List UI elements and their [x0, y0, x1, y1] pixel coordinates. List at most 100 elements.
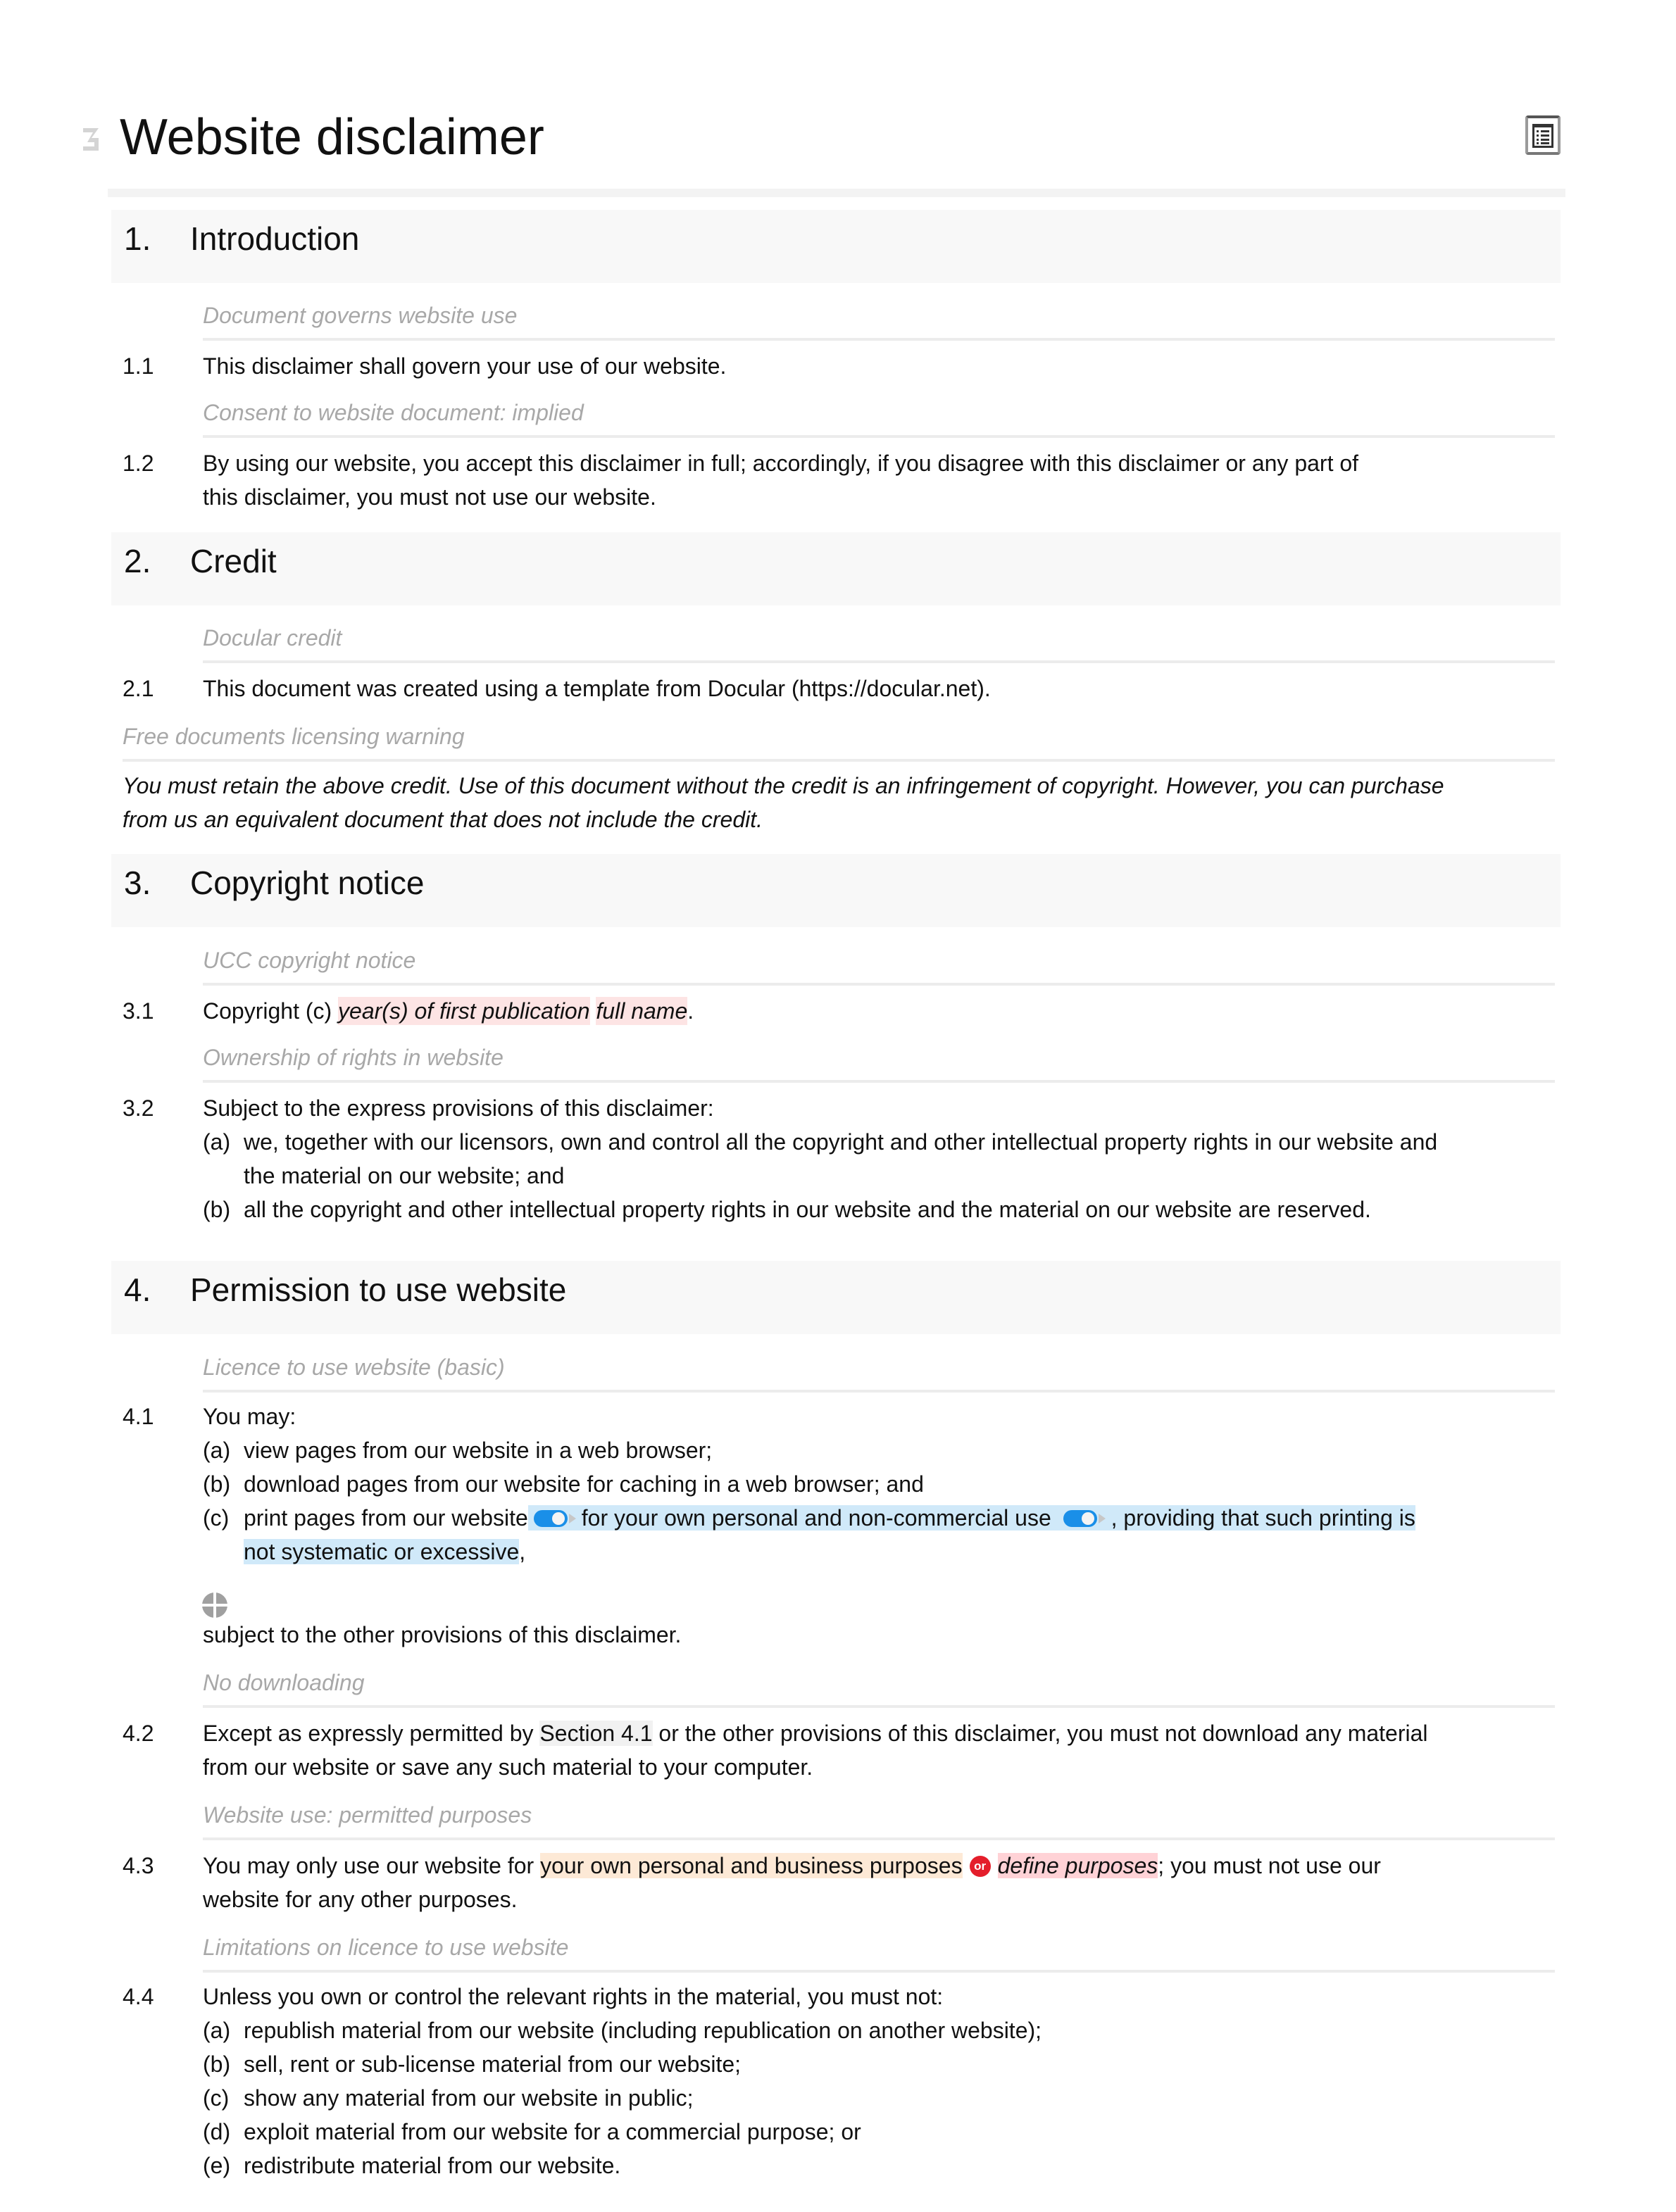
section-heading-copyright-notice[interactable]: 3. Copyright notice — [111, 854, 1561, 927]
section-heading-permission[interactable]: 4. Permission to use website — [111, 1261, 1561, 1334]
toggle-arrow-icon — [1098, 1513, 1106, 1523]
note-divider — [203, 1970, 1555, 1973]
sub-item-label: (d) — [203, 2119, 231, 2144]
section-number: 1. — [124, 220, 151, 257]
docular-logo-icon — [83, 128, 99, 151]
sub-item-text: all the copyright and other intellectual… — [244, 1197, 1371, 1222]
optional-text: for your own personal and non-commercial… — [581, 1505, 1051, 1531]
clause-text: Subject to the express provisions of thi… — [203, 1095, 714, 1121]
warning-line: from us an equivalent document that does… — [123, 807, 763, 832]
warning-line: You must retain the above credit. Use of… — [123, 773, 1444, 798]
text-fragment: , — [519, 1539, 526, 1564]
section-number: 2. — [124, 543, 151, 579]
clause-text: Copyright (c) year(s) of first publicati… — [203, 994, 1555, 1028]
clause-number: 3.1 — [123, 998, 154, 1024]
clause-text: You may only use our website for your ow… — [203, 1849, 1555, 1916]
placeholder-full-name[interactable]: full name — [596, 997, 688, 1025]
clause-line: this disclaimer, you must not use our we… — [203, 484, 656, 510]
title-row: Website disclaimer — [77, 106, 1563, 176]
sub-item-line: the material on our website; and — [244, 1163, 565, 1188]
clause-note[interactable]: Ownership of rights in website — [203, 1043, 504, 1072]
sub-item-label: (b) — [203, 2051, 231, 2077]
section-cross-reference[interactable]: Section 4.1 — [539, 1721, 653, 1746]
section-heading-credit[interactable]: 2. Credit — [111, 532, 1561, 605]
optional-toggle[interactable] — [533, 1509, 577, 1527]
sub-item-label: (b) — [203, 1471, 231, 1497]
section-number: 3. — [124, 865, 151, 901]
sub-item-line: print pages from our website for your own… — [244, 1501, 1553, 1535]
clause-note[interactable]: Licence to use website (basic) — [203, 1353, 505, 1381]
sub-item-text: exploit material from our website for a … — [244, 2119, 861, 2144]
sub-item-line: we, together with our licensors, own and… — [244, 1129, 1438, 1155]
optional-text: , providing that such printing is — [1111, 1505, 1415, 1531]
sub-item-text: view pages from our website in a web bro… — [244, 1438, 713, 1463]
clause-note[interactable]: Document governs website use — [203, 301, 517, 329]
clause-line: Except as expressly permitted by Section… — [203, 1716, 1555, 1750]
clause-line: from our website or save any such materi… — [203, 1754, 813, 1780]
sub-item-label: (a) — [203, 2018, 231, 2043]
clause-note[interactable]: Limitations on licence to use website — [203, 1933, 568, 1961]
sub-item-text: print pages from our website for your own… — [244, 1501, 1553, 1569]
add-element-icon[interactable] — [201, 1592, 228, 1619]
warning-note[interactable]: Free documents licensing warning — [123, 722, 465, 750]
sub-item-text: republish material from our website (inc… — [244, 2018, 1042, 2043]
sub-item-label: (c) — [203, 1505, 230, 1531]
clause-note[interactable]: Website use: permitted purposes — [203, 1801, 532, 1829]
text-fragment: ; you must not use our — [1158, 1853, 1381, 1878]
text-fragment: Except as expressly permitted by — [203, 1721, 540, 1746]
sub-item-text: show any material from our website in pu… — [244, 2085, 694, 2111]
clause-number: 2.1 — [123, 676, 154, 701]
clause-text: Except as expressly permitted by Section… — [203, 1716, 1555, 1784]
text-fragment: You may only use our website for — [203, 1853, 541, 1878]
sub-item-label: (a) — [203, 1438, 231, 1463]
table-of-contents-button[interactable] — [1525, 115, 1561, 155]
placeholder-year[interactable]: year(s) of first publication — [338, 997, 590, 1025]
clause-number: 1.1 — [123, 353, 154, 379]
text-fragment: print pages from our website — [244, 1505, 528, 1531]
section-title: Credit — [190, 543, 277, 579]
note-divider — [203, 1705, 1555, 1708]
or-toggle-button[interactable]: or — [969, 1855, 991, 1877]
clause-text: Unless you own or control the relevant r… — [203, 1984, 944, 2009]
toggle-knob — [551, 1512, 565, 1525]
clause-text: By using our website, you accept this di… — [203, 446, 1555, 514]
text-fragment: . — [687, 998, 694, 1024]
note-divider — [123, 759, 1555, 762]
note-divider — [203, 435, 1555, 438]
clause-number: 1.2 — [123, 451, 154, 476]
clause-text: This document was created using a templa… — [203, 676, 991, 701]
alternative-option-2[interactable]: define purposes — [997, 1853, 1158, 1878]
title-divider — [108, 189, 1565, 197]
table-of-contents-icon — [1532, 124, 1553, 148]
note-divider — [203, 1837, 1555, 1840]
sub-item-text: download pages from our website for cach… — [244, 1471, 924, 1497]
note-divider — [203, 660, 1555, 663]
note-divider — [203, 338, 1555, 341]
clause-note[interactable]: Consent to website document: implied — [203, 398, 584, 427]
section-title: Introduction — [190, 220, 360, 257]
clause-number: 4.4 — [123, 1984, 154, 2009]
clause-note[interactable]: No downloading — [203, 1669, 365, 1697]
clause-note[interactable]: Docular credit — [203, 624, 342, 652]
note-divider — [203, 1390, 1555, 1393]
section-title: Permission to use website — [190, 1271, 567, 1308]
section-heading-introduction[interactable]: 1. Introduction — [111, 210, 1561, 283]
licensing-warning-text: You must retain the above credit. Use of… — [123, 769, 1559, 836]
sub-item-line: not systematic or excessive, — [244, 1535, 1553, 1569]
clause-trailing-text: subject to the other provisions of this … — [203, 1622, 682, 1647]
optional-text[interactable]: not systematic or excessive — [244, 1539, 520, 1564]
optional-toggle[interactable] — [1063, 1509, 1107, 1527]
alternative-option-1[interactable]: your own personal and business purposes — [540, 1853, 963, 1878]
clause-line: You may only use our website for your ow… — [203, 1849, 1555, 1883]
document-title: Website disclaimer — [120, 109, 544, 165]
note-divider — [203, 1080, 1555, 1083]
sub-item-label: (e) — [203, 2153, 231, 2178]
section-title: Copyright notice — [190, 865, 425, 901]
clause-number: 4.2 — [123, 1721, 154, 1746]
clause-number: 3.2 — [123, 1095, 154, 1121]
toggle-arrow-icon — [568, 1513, 576, 1523]
optional-text-block[interactable]: for your own personal and non-commercial… — [527, 1505, 1415, 1531]
sub-item-text: redistribute material from our website. — [244, 2153, 621, 2178]
note-divider — [203, 983, 1555, 986]
clause-note[interactable]: UCC copyright notice — [203, 946, 415, 974]
